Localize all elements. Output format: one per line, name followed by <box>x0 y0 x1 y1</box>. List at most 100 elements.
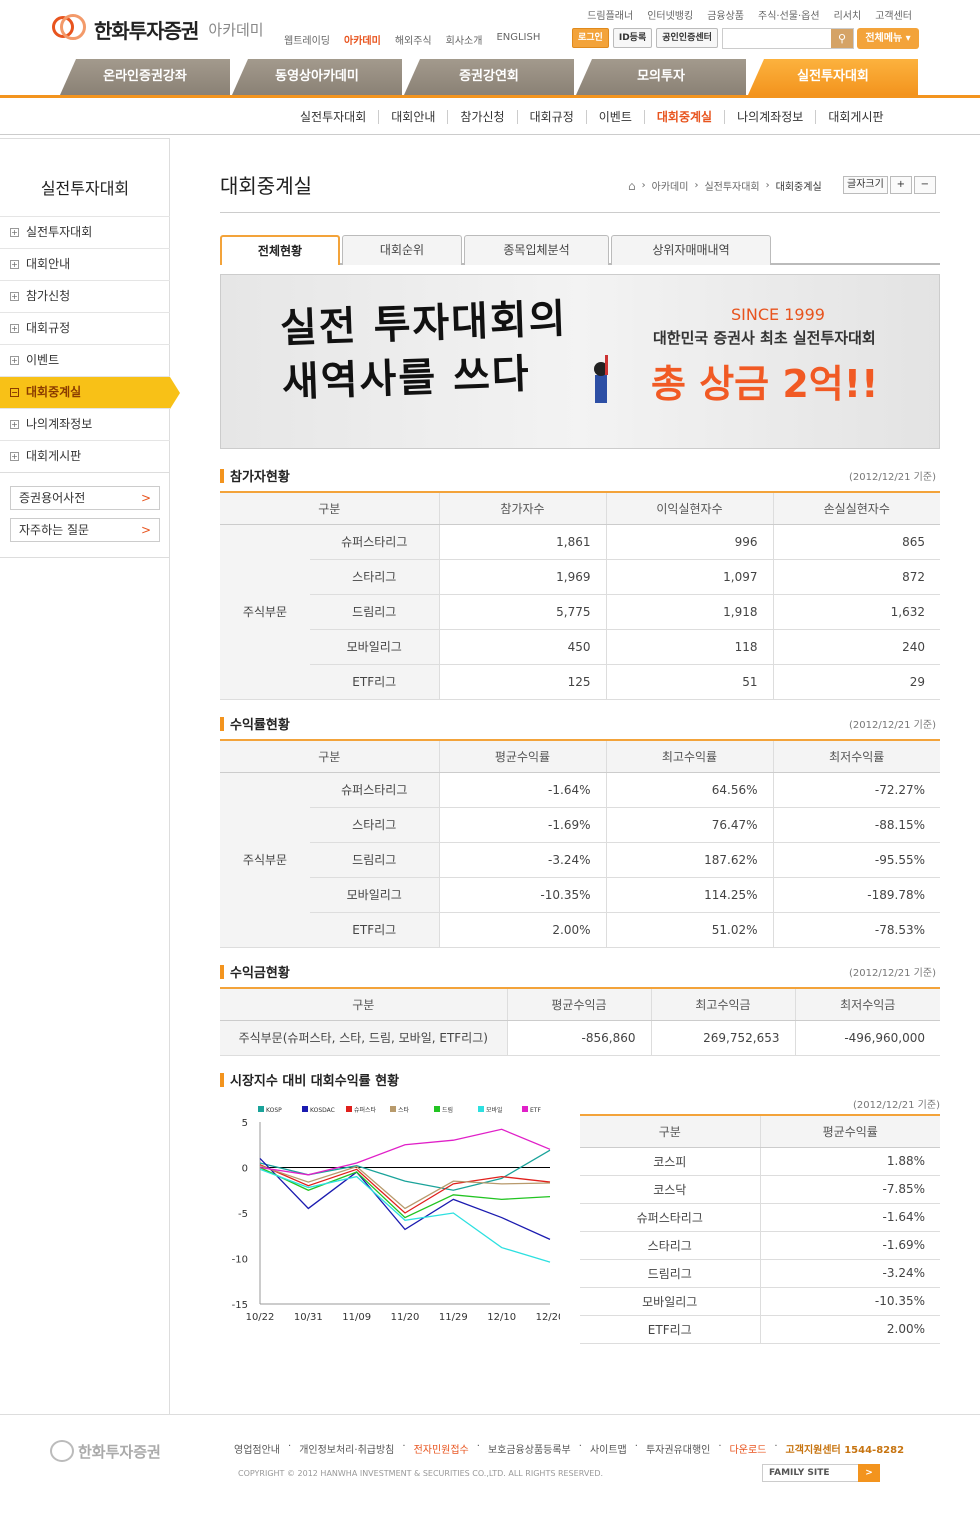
sub-nav-item[interactable]: 대회게시판 <box>815 110 895 124</box>
y-tick-label: -15 <box>232 1300 248 1311</box>
y-tick-label: -5 <box>238 1209 248 1220</box>
home-icon[interactable]: ⌂ <box>628 179 636 193</box>
sidebar-item[interactable]: + 실전투자대회 <box>0 217 170 249</box>
promo-banner[interactable]: 실전 투자대회의 새역사를 쓰다 SINCE 1999 대한민국 증권사 최초 실… <box>220 274 940 449</box>
brand-name: 한화투자증권 <box>94 18 199 43</box>
table-cell: 29 <box>772 664 940 700</box>
footer-link[interactable]: 투자권유대행인 <box>646 1441 710 1456</box>
gnb-link[interactable]: 해외주식 <box>395 32 432 47</box>
table-row: 슈퍼스타리그 -1.64% <box>580 1203 940 1232</box>
breadcrumb-item[interactable]: 아카데미 <box>652 178 689 193</box>
expand-icon: + <box>10 452 19 461</box>
expand-icon: + <box>10 356 19 365</box>
table-cell: 240 <box>772 629 940 665</box>
main-nav-tab[interactable]: 실전투자대회 <box>748 59 918 95</box>
certificate-center-button[interactable]: 공인인증센터 <box>656 28 718 48</box>
footer-link[interactable]: 사이트맵 <box>590 1441 627 1456</box>
tab-stock-analysis[interactable]: 종목입체분석 <box>464 235 609 265</box>
util-link[interactable]: 주식·선물·옵션 <box>758 7 820 22</box>
brand-logo[interactable]: 한화투자증권 아카데미 <box>50 12 264 46</box>
section-marker-icon <box>220 468 224 483</box>
legend-label: ETF <box>530 1107 541 1114</box>
id-register-button[interactable]: ID등록 <box>612 28 653 48</box>
sidebar-item[interactable]: + 이벤트 <box>0 345 170 377</box>
footer-link[interactable]: 전자민원접수 <box>414 1441 469 1456</box>
main-nav: 온라인증권강좌 동영상아카데미 증권강연회 모의투자 실전투자대회 <box>60 59 920 95</box>
tab-ranking[interactable]: 대회순위 <box>342 235 462 265</box>
sidebar-item[interactable]: + 참가신청 <box>0 281 170 313</box>
col-header: 손실실현자수 <box>772 491 940 525</box>
sidebar-item-label: 대회게시판 <box>26 449 82 463</box>
content-tabs: 전체현황 대회순위 종목입체분석 상위자매매내역 <box>220 235 940 265</box>
main-nav-tab[interactable]: 모의투자 <box>576 59 746 95</box>
brand-ring-icon <box>50 1440 74 1462</box>
util-link[interactable]: 금융상품 <box>707 7 744 22</box>
dancer-figure-icon <box>591 355 611 437</box>
top-buttons: 로그인 ID등록 공인인증센터 <box>572 28 718 48</box>
sub-nav-item[interactable]: 참가신청 <box>447 110 516 124</box>
col-header: 구분 <box>220 491 439 525</box>
sub-nav-item[interactable]: 이벤트 <box>585 110 644 124</box>
all-menu-button[interactable]: 전체메뉴 ▾ <box>857 28 919 49</box>
market-vs-contest-chart: 5 0 -5 -10 -1510/22 10/31 11/09 11/20 11/29 12/10… <box>232 1106 560 1323</box>
sub-nav-item[interactable]: 대회규정 <box>516 110 586 124</box>
col-header: 참가자수 <box>438 491 606 525</box>
section-profit-title: 수익금현황 <box>220 962 290 981</box>
util-link[interactable]: 고객센터 <box>875 7 912 22</box>
login-button[interactable]: 로그인 <box>572 28 609 48</box>
gnb-link[interactable]: ENGLISH <box>496 32 540 47</box>
tab-overview[interactable]: 전체현황 <box>220 235 340 265</box>
table-row: 모바일리그 -10.35% <box>580 1287 940 1316</box>
main-nav-tab[interactable]: 온라인증권강좌 <box>60 59 230 95</box>
footer-link[interactable]: 고객지원센터 1544-8282 <box>786 1441 905 1456</box>
font-decrease-button[interactable]: − <box>913 176 936 194</box>
gnb-link[interactable]: 회사소개 <box>446 32 483 47</box>
footer-link[interactable]: 다운로드 <box>730 1441 767 1456</box>
main-nav-tab[interactable]: 증권강연회 <box>404 59 574 95</box>
series-line-스타 <box>259 1165 551 1210</box>
sub-nav-item[interactable]: 실전투자대회 <box>300 110 378 124</box>
util-link[interactable]: 리서치 <box>834 7 862 22</box>
table-cell: 51.02% <box>605 912 773 948</box>
league-cell: 스타리그 <box>310 807 439 843</box>
legend-swatch <box>478 1106 484 1112</box>
sidebar-item[interactable]: + 대회규정 <box>0 313 170 345</box>
footer-link[interactable]: 개인정보처리·취급방침 <box>299 1441 394 1456</box>
sub-nav-item[interactable]: 대회안내 <box>378 110 447 124</box>
expand-icon: + <box>10 228 19 237</box>
footer-logo[interactable]: 한화투자증권 <box>50 1440 161 1462</box>
tab-top-trades[interactable]: 상위자매매내역 <box>611 235 771 265</box>
sub-nav-item[interactable]: 대회중계실 <box>643 110 724 124</box>
font-increase-button[interactable]: + <box>889 176 912 194</box>
table-cell: 주식부문(슈퍼스타, 스타, 드림, 모바일, ETF리그) <box>220 1020 507 1056</box>
legend-label: 드림 <box>442 1106 453 1114</box>
gnb-link[interactable]: 웹트레이딩 <box>284 32 330 47</box>
footer-link[interactable]: 보호금융상품등록부 <box>488 1441 571 1456</box>
table-row: 드림리그 -3.24% 187.62% -95.55% <box>220 842 940 878</box>
sub-nav-item[interactable]: 나의계좌정보 <box>724 110 815 124</box>
table-cell: -88.15% <box>772 807 940 843</box>
faq-button[interactable]: 자주하는 질문 > <box>10 518 160 542</box>
util-link[interactable]: 드림플래너 <box>587 7 633 22</box>
search-input[interactable]: ⚲ <box>722 28 854 49</box>
table-row: 주식부문 슈퍼스타리그 -1.64% 64.56% -72.27% <box>220 772 940 948</box>
profit-table: 구분 평균수익금 최고수익금 최저수익금 주식부문(슈퍼스타, 스타, 드림, … <box>220 987 940 1056</box>
footer-link[interactable]: 영업점안내 <box>234 1441 280 1456</box>
sidebar-item[interactable]: − 대회중계실 <box>0 377 180 409</box>
league-cell: 슈퍼스타리그 <box>310 772 439 808</box>
sidebar-item[interactable]: + 대회안내 <box>0 249 170 281</box>
family-site-select[interactable]: FAMILY SITE > <box>762 1464 880 1482</box>
breadcrumb-item[interactable]: 실전투자대회 <box>704 178 759 193</box>
x-tick-label: 10/22 <box>246 1312 275 1323</box>
returns-date: (2012/12/21 기준) <box>848 720 936 731</box>
search-icon[interactable]: ⚲ <box>831 29 853 48</box>
sidebar-item[interactable]: + 대회게시판 <box>0 441 170 473</box>
glossary-button[interactable]: 증권용어사전 > <box>10 486 160 510</box>
table-cell: 모바일리그 <box>580 1287 760 1316</box>
util-link[interactable]: 인터넷뱅킹 <box>647 7 693 22</box>
table-cell: -1.64% <box>759 1203 940 1232</box>
section-marker-icon <box>220 964 224 979</box>
main-nav-tab[interactable]: 동영상아카데미 <box>232 59 402 95</box>
gnb-link[interactable]: 아카데미 <box>344 32 381 47</box>
sidebar-item[interactable]: + 나의계좌정보 <box>0 409 170 441</box>
